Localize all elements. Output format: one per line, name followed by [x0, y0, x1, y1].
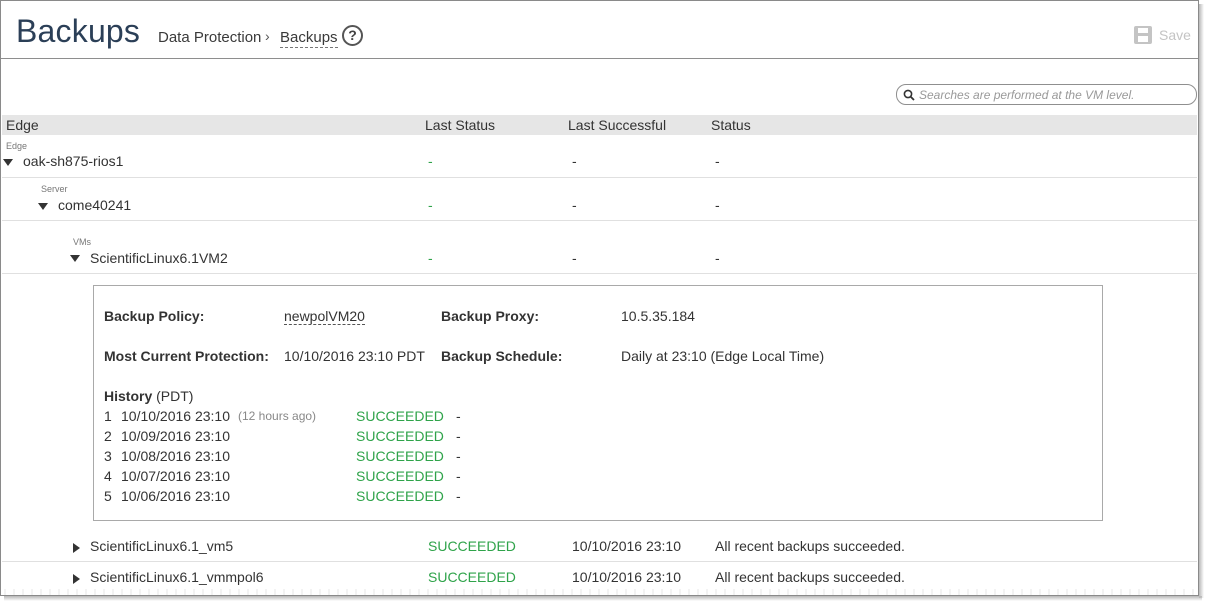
breadcrumb-separator: ›	[265, 28, 270, 44]
table-row-vm5[interactable]: ScientificLinux6.1_vm5 SUCCEEDED 10/10/2…	[2, 531, 1197, 562]
collapse-toggle-icon[interactable]	[3, 159, 13, 166]
vmmpol6-last-status: SUCCEEDED	[428, 569, 516, 585]
column-header-edge[interactable]: Edge	[6, 117, 39, 133]
breadcrumb-backups[interactable]: Backups	[280, 29, 338, 48]
save-icon	[1134, 26, 1152, 44]
vm5-last-status: SUCCEEDED	[428, 538, 516, 554]
server-name[interactable]: come40241	[58, 197, 131, 213]
page-title: Backups	[16, 13, 141, 49]
save-label: Save	[1159, 27, 1191, 43]
table-row-server[interactable]: Server come40241 - - -	[2, 179, 1197, 221]
vm-last-successful: -	[572, 250, 577, 266]
expand-toggle-icon[interactable]	[73, 574, 80, 584]
server-last-successful: -	[572, 197, 577, 213]
history-row: 2 10/09/2016 23:10 SUCCEEDED -	[104, 428, 461, 444]
vm5-name[interactable]: ScientificLinux6.1_vm5	[90, 538, 233, 554]
level-label-edge: Edge	[6, 141, 28, 151]
table-row-edge[interactable]: Edge oak-sh875-rios1 - - -	[2, 136, 1197, 178]
edge-name[interactable]: oak-sh875-rios1	[23, 153, 123, 169]
history-relative-time: (12 hours ago)	[238, 409, 317, 423]
frame-shadow-right	[1199, 4, 1204, 598]
backups-page: Backups Data Protection › Backups ? Save…	[0, 0, 1199, 596]
backup-policy-link[interactable]: newpolVM20	[284, 308, 365, 325]
history-row: 3 10/08/2016 23:10 SUCCEEDED -	[104, 448, 461, 464]
most-current-protection-label: Most Current Protection:	[104, 348, 269, 364]
backup-schedule-value: Daily at 23:10 (Edge Local Time)	[621, 348, 825, 364]
backup-proxy-label: Backup Proxy:	[441, 308, 540, 324]
history-result: SUCCEEDED	[356, 428, 444, 444]
server-status: -	[715, 197, 720, 213]
frame-shadow-bottom	[4, 596, 1202, 601]
history-result: SUCCEEDED	[356, 448, 444, 464]
vmmpol6-name[interactable]: ScientificLinux6.1_vmmpol6	[90, 569, 264, 585]
backup-policy-label: Backup Policy:	[104, 308, 205, 324]
backup-proxy-value: 10.5.35.184	[621, 308, 695, 324]
edge-last-successful: -	[572, 153, 577, 169]
level-label-server: Server	[41, 184, 68, 194]
vm-last-status: -	[428, 250, 433, 266]
column-header-last-successful[interactable]: Last Successful	[568, 117, 666, 133]
server-last-status: -	[428, 197, 433, 213]
page-header: Backups Data Protection › Backups ? Save	[1, 1, 1198, 59]
search-box[interactable]	[896, 84, 1197, 105]
search-icon	[903, 89, 915, 101]
vmmpol6-status: All recent backups succeeded.	[715, 569, 905, 585]
torn-edge	[1, 589, 1198, 595]
breadcrumb-data-protection[interactable]: Data Protection	[158, 29, 261, 46]
save-button[interactable]: Save	[1133, 25, 1191, 45]
vm5-status: All recent backups succeeded.	[715, 538, 905, 554]
column-header-last-status[interactable]: Last Status	[425, 117, 495, 133]
collapse-toggle-icon[interactable]	[70, 255, 80, 262]
vmmpol6-last-successful: 10/10/2016 23:10	[572, 569, 681, 585]
most-current-protection-value: 10/10/2016 23:10 PDT	[284, 348, 425, 364]
vm-detail-panel: Backup Policy: newpolVM20 Backup Proxy: …	[93, 285, 1103, 521]
history-result: SUCCEEDED	[356, 468, 444, 484]
vm5-last-successful: 10/10/2016 23:10	[572, 538, 681, 554]
search-input[interactable]	[919, 87, 1189, 102]
collapse-toggle-icon[interactable]	[38, 203, 48, 210]
history-row: 4 10/07/2016 23:10 SUCCEEDED -	[104, 468, 461, 484]
edge-last-status: -	[428, 153, 433, 169]
help-icon[interactable]: ?	[342, 25, 363, 46]
level-label-vms: VMs	[73, 237, 91, 247]
edge-status: -	[715, 153, 720, 169]
table-row-vm[interactable]: VMs ScientificLinux6.1VM2 - - -	[2, 222, 1197, 274]
vm-status: -	[715, 250, 720, 266]
expand-toggle-icon[interactable]	[73, 543, 80, 553]
table-header: Edge Last Status Last Successful Status	[2, 115, 1197, 135]
backup-schedule-label: Backup Schedule:	[441, 348, 563, 364]
history-result: SUCCEEDED	[356, 488, 444, 504]
history-row: 5 10/06/2016 23:10 SUCCEEDED -	[104, 488, 461, 504]
vm-name[interactable]: ScientificLinux6.1VM2	[90, 250, 228, 266]
history-result: SUCCEEDED	[356, 408, 444, 424]
history-heading: History (PDT)	[104, 388, 194, 404]
column-header-status[interactable]: Status	[711, 117, 751, 133]
history-row: 1 10/10/2016 23:10 (12 hours ago) SUCCEE…	[104, 408, 461, 424]
